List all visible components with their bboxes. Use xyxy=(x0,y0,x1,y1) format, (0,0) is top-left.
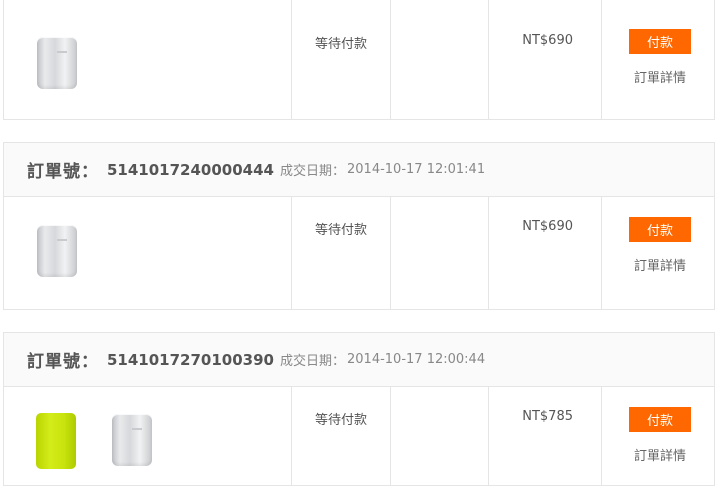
pay-button[interactable]: 付款 xyxy=(629,29,691,54)
order-date: 2014-10-17 12:01:41 xyxy=(347,162,486,177)
column-divider xyxy=(601,197,602,309)
column-divider xyxy=(291,197,292,309)
order-card: 訂單號： 5141017270100390 成交日期： 2014-10-17 1… xyxy=(3,332,715,486)
product-image-silver-power-bank[interactable] xyxy=(37,225,77,277)
column-divider xyxy=(488,387,489,485)
order-detail-link[interactable]: 訂單詳情 xyxy=(619,255,701,274)
order-price: NT$690 xyxy=(489,33,601,48)
product-image-silver-power-bank[interactable] xyxy=(112,414,152,466)
pay-button[interactable]: 付款 xyxy=(629,217,691,242)
order-date-label: 成交日期： xyxy=(280,354,346,369)
column-divider xyxy=(390,197,391,309)
column-divider xyxy=(390,0,391,119)
order-price-value: NT$690 xyxy=(522,33,573,48)
order-status: 等待付款 xyxy=(314,223,367,238)
order-row: 等待付款 NT$690 付款 訂單詳情 xyxy=(3,0,715,120)
order-status: 等待付款 xyxy=(314,413,367,428)
column-divider xyxy=(488,197,489,309)
column-divider xyxy=(291,0,292,119)
order-card: 訂單號： 5141017240000444 成交日期： 2014-10-17 1… xyxy=(3,142,715,310)
order-status: 等待付款 xyxy=(314,37,367,52)
column-divider xyxy=(601,0,602,119)
order-row: 等待付款 NT$690 付款 訂單詳情 xyxy=(3,196,715,310)
order-row: 等待付款 NT$785 付款 訂單詳情 xyxy=(3,386,715,486)
order-price-value: NT$785 xyxy=(522,409,573,424)
column-divider xyxy=(601,387,602,485)
order-price-value: NT$690 xyxy=(522,219,573,234)
order-date-label: 成交日期： xyxy=(280,164,346,179)
order-price: NT$690 xyxy=(489,219,601,234)
order-number: 5141017270100390 xyxy=(107,350,274,369)
order-detail-link[interactable]: 訂單詳情 xyxy=(619,445,701,464)
order-number-label: 訂單號： xyxy=(27,162,99,182)
order-number-label: 訂單號： xyxy=(27,352,99,372)
column-divider xyxy=(488,0,489,119)
order-header: 訂單號： 5141017240000444 成交日期： 2014-10-17 1… xyxy=(3,142,715,196)
order-header: 訂單號： 5141017270100390 成交日期： 2014-10-17 1… xyxy=(3,332,715,386)
product-image-green-power-bank[interactable] xyxy=(36,413,76,469)
pay-button[interactable]: 付款 xyxy=(629,407,691,432)
product-image-silver-power-bank[interactable] xyxy=(37,37,77,89)
order-number: 5141017240000444 xyxy=(107,160,274,179)
order-price: NT$785 xyxy=(489,409,601,424)
column-divider xyxy=(390,387,391,485)
order-card: 等待付款 NT$690 付款 訂單詳情 xyxy=(3,0,715,120)
order-detail-link[interactable]: 訂單詳情 xyxy=(619,67,701,86)
column-divider xyxy=(291,387,292,485)
order-date: 2014-10-17 12:00:44 xyxy=(347,352,486,367)
